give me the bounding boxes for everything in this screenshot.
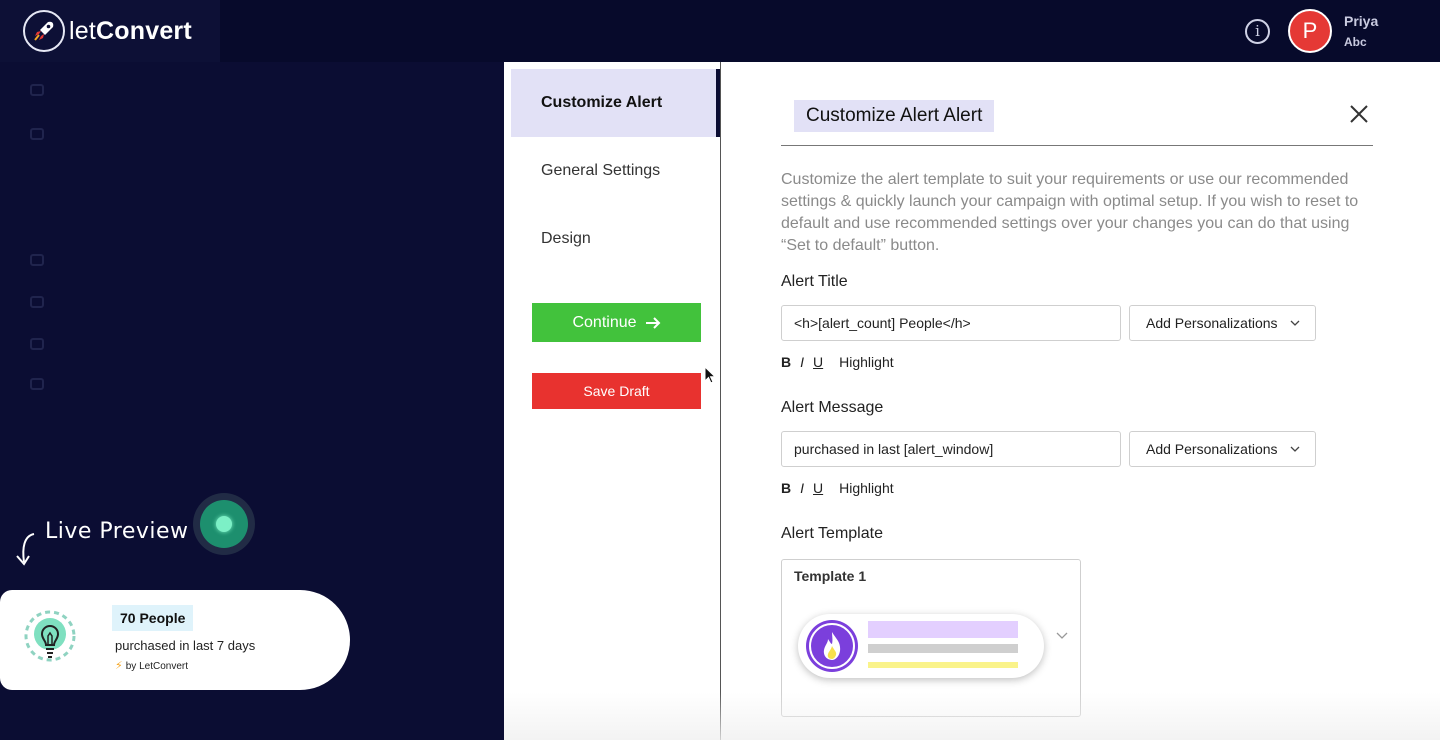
italic-button[interactable]: I [800,354,804,370]
italic-button[interactable]: I [800,480,804,496]
preview-count: 70 People [112,605,194,631]
preview-notification-card: 70 People purchased in last 7 days ⚡ by L… [0,590,350,690]
dashboard-icon [30,84,44,96]
divider [781,145,1373,146]
highlight-button[interactable]: Highlight [839,480,893,496]
user-org: Abc [1344,35,1367,49]
info-icon[interactable]: i [1245,19,1270,44]
settings-icon [30,338,44,350]
pulse-dot-icon [216,516,232,532]
step-design[interactable]: Design [511,205,720,273]
curved-arrow-icon [16,533,35,566]
form-heading-box: Customize Alert Alert [794,100,995,132]
brand-name: letConvert [69,16,192,45]
template-thumbnail [798,614,1044,678]
reports-icon [30,296,44,308]
alert-message-personalize-select[interactable]: Add Personalizations [1129,431,1316,467]
alert-message-label: Alert Message [781,399,884,416]
background-sidebar [0,62,250,482]
reviews-icon [30,254,44,266]
alert-title-format-toolbar: B I U Highlight [781,354,903,370]
preview-branding: ⚡ by LetConvert [115,660,188,672]
template-branding-bar [868,662,1018,668]
personalize-label: Add Personalizations [1146,441,1278,457]
campaigns-icon [30,128,44,140]
bold-button[interactable]: B [781,480,791,496]
form-description: Customize the alert template to suit you… [781,171,1359,254]
alert-message-input[interactable]: purchased in last [alert_window] [781,431,1121,467]
continue-label: Continue [572,313,637,331]
arrow-right-icon [645,316,660,329]
user-name[interactable]: Priya [1344,13,1378,29]
preview-message: purchased in last 7 days [115,638,256,653]
template-selector[interactable]: Template 1 [781,559,1081,717]
save-draft-button[interactable]: Save Draft [532,373,701,409]
lightbulb-icon [24,610,76,662]
help-icon [30,378,44,390]
alert-title-personalize-select[interactable]: Add Personalizations [1129,305,1316,341]
avatar[interactable]: P [1288,9,1332,53]
step-customize-alert[interactable]: Customize Alert [511,69,720,137]
underline-button[interactable]: U [813,480,823,496]
alert-title-label: Alert Title [781,273,848,290]
fire-icon [806,620,858,672]
template-message-bar [868,644,1018,653]
step-nav: Customize Alert General Settings Design … [504,62,721,740]
rocket-icon [23,10,65,52]
step-general-settings[interactable]: General Settings [511,137,720,205]
underline-button[interactable]: U [813,354,823,370]
campaign-editor-panel: Customize Alert General Settings Design … [504,62,1440,740]
template-title-bar [868,621,1018,638]
bold-button[interactable]: B [781,354,791,370]
close-icon[interactable] [1347,102,1371,126]
alert-title-input[interactable]: <h>[alert_count] People</h> [781,305,1121,341]
logo[interactable]: letConvert [0,0,220,62]
bolt-icon: ⚡ [115,660,123,672]
chevron-down-icon[interactable] [1056,630,1068,640]
live-preview-label: Live Preview [45,519,189,544]
customize-alert-form: Customize Alert Alert Customize the aler… [781,62,1373,740]
alert-message-format-toolbar: B I U Highlight [781,480,903,496]
template-name: Template 1 [794,568,867,584]
chevron-down-icon [1290,446,1300,452]
top-bar: letConvert i P Priya Abc [0,0,1440,62]
mouse-cursor-icon [704,366,717,384]
alert-template-label: Alert Template [781,525,883,542]
continue-button[interactable]: Continue [532,303,701,342]
highlight-button[interactable]: Highlight [839,354,893,370]
personalize-label: Add Personalizations [1146,315,1278,331]
form-heading: Customize Alert Alert [806,105,983,126]
chevron-down-icon [1290,320,1300,326]
